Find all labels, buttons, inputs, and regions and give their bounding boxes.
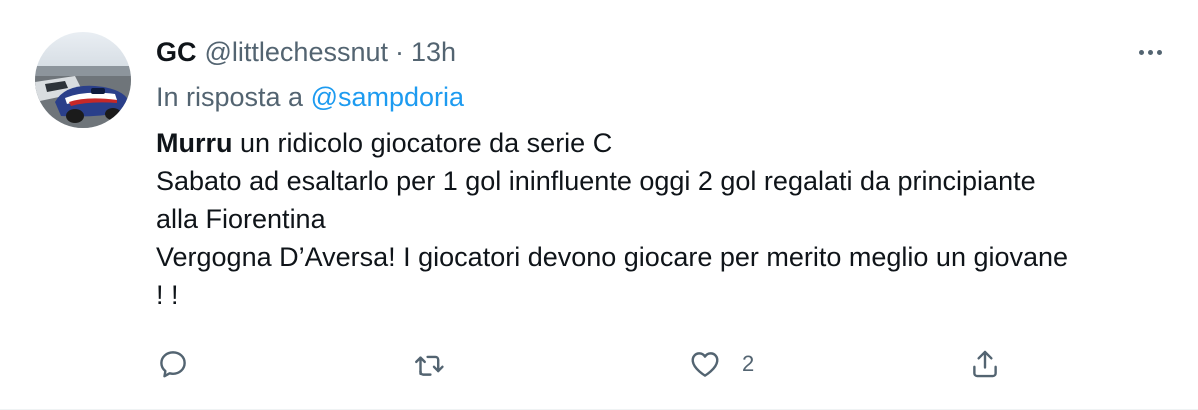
avatar[interactable] [35, 32, 131, 128]
retweet-button[interactable] [412, 344, 446, 384]
author-name[interactable]: GC [156, 37, 197, 68]
tweet-header: GC @littlechessnut · 13h [156, 36, 456, 68]
tweet-text-line-2: Sabato ad esaltarlo per 1 gol ininfluent… [156, 166, 1036, 196]
tweet-text-line-3: alla Fiorentina [156, 204, 326, 234]
more-options-icon[interactable] [1134, 38, 1166, 66]
separator-dot: · [395, 36, 404, 67]
reply-prefix: In risposta a [156, 82, 304, 112]
tweet-card[interactable]: GC @littlechessnut · 13h In risposta a @… [0, 0, 1198, 410]
like-button[interactable]: 2 [688, 344, 754, 384]
retweet-icon [415, 355, 444, 376]
reply-context: In risposta a @sampdoria [156, 82, 464, 113]
like-count: 2 [742, 351, 755, 376]
tweet-text-line-4: Vergogna D’Aversa! I giocatori devono gi… [156, 242, 1069, 272]
tweet-text-line-1-rest: un ridicolo giocatore da serie C [232, 128, 613, 158]
tweet-text-line-1: Murru un ridicolo giocatore da serie C [156, 124, 1166, 162]
reply-mention-link[interactable]: @sampdoria [311, 82, 464, 112]
share-button[interactable] [968, 344, 1002, 384]
tweet-actions: 2 [156, 344, 1036, 384]
avatar-image [35, 32, 131, 128]
heart-icon [691, 352, 719, 377]
tweet-text-bold: Murru [156, 128, 233, 158]
tweet-text-line-5: ! ! [156, 280, 179, 310]
reply-icon [160, 351, 186, 378]
reply-button[interactable] [156, 344, 190, 384]
share-icon [973, 350, 997, 378]
author-handle[interactable]: @littlechessnut [205, 37, 389, 68]
tweet-text: Murru un ridicolo giocatore da serie C S… [156, 124, 1166, 314]
tweet-time[interactable]: 13h [411, 37, 456, 68]
